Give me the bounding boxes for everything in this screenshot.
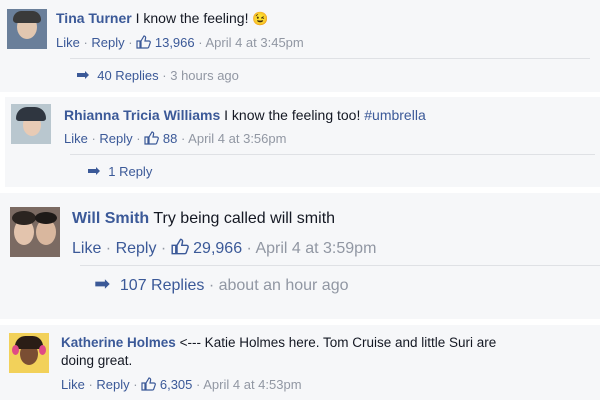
- comment-text: I know the feeling too!: [224, 107, 361, 123]
- timestamp[interactable]: April 4 at 3:59pm: [255, 240, 376, 257]
- replies-link[interactable]: 1 Reply: [108, 164, 152, 179]
- like-count[interactable]: 88: [163, 131, 177, 146]
- comment-katherine-holmes: Katherine Holmes <--- Katie Holmes here.…: [0, 325, 600, 400]
- view-replies[interactable]: 1 Reply: [87, 164, 152, 179]
- avatar[interactable]: [9, 333, 49, 373]
- comment-text: <--- Katie Holmes here. Tom Cruise and l…: [179, 335, 497, 350]
- comment-text-continued: doing great.: [61, 353, 133, 368]
- reply-link[interactable]: Reply: [91, 35, 124, 50]
- timestamp[interactable]: April 4 at 4:53pm: [203, 377, 301, 392]
- timestamp[interactable]: April 4 at 3:45pm: [205, 35, 303, 50]
- commenter-name[interactable]: Katherine Holmes: [61, 335, 176, 350]
- comment-actions: Like · Reply · 88 · April 4 at 3:56pm: [64, 131, 287, 146]
- comment-text: Try being called will smith: [153, 210, 336, 227]
- commenter-name[interactable]: Will Smith: [72, 210, 149, 227]
- hashtag-link[interactable]: #umbrella: [364, 107, 425, 123]
- comment-actions: Like · Reply · 6,305 · April 4 at 4:53pm: [61, 377, 302, 392]
- reply-link[interactable]: Reply: [116, 240, 157, 257]
- comment-will-smith: Will Smith Try being called will smith L…: [0, 193, 600, 319]
- like-link[interactable]: Like: [56, 35, 80, 50]
- view-replies[interactable]: 40 Replies · 3 hours ago: [76, 68, 239, 83]
- reply-link[interactable]: Reply: [99, 131, 132, 146]
- replies-time: about an hour ago: [218, 277, 349, 294]
- divider: [70, 58, 590, 59]
- comment-body: Tina Turner I know the feeling! 😉: [56, 10, 269, 27]
- like-link[interactable]: Like: [72, 240, 101, 257]
- comment-body: Will Smith Try being called will smith: [72, 210, 335, 228]
- comment-body: Katherine Holmes <--- Katie Holmes here.…: [61, 334, 586, 370]
- view-replies[interactable]: 107 Replies · about an hour ago: [94, 277, 349, 295]
- like-count[interactable]: 29,966: [193, 240, 242, 257]
- thumbs-up-icon: [171, 238, 189, 255]
- comment-body: Rhianna Tricia Williams I know the feeli…: [64, 107, 426, 123]
- avatar[interactable]: [11, 104, 51, 144]
- comment-tina-turner: Tina Turner I know the feeling! 😉 Like ·…: [0, 0, 600, 92]
- commenter-name[interactable]: Tina Turner: [56, 10, 132, 26]
- thumbs-up-icon: [144, 131, 160, 145]
- avatar[interactable]: [7, 9, 47, 49]
- timestamp[interactable]: April 4 at 3:56pm: [188, 131, 286, 146]
- reply-arrow-icon: [77, 71, 89, 79]
- thumbs-up-icon: [136, 35, 152, 49]
- reply-link[interactable]: Reply: [96, 377, 129, 392]
- replies-link[interactable]: 40 Replies: [97, 68, 158, 83]
- like-count[interactable]: 13,966: [155, 35, 195, 50]
- like-link[interactable]: Like: [61, 377, 85, 392]
- comment-rhianna-tricia-williams: Rhianna Tricia Williams I know the feeli…: [5, 97, 600, 187]
- replies-time: 3 hours ago: [170, 68, 239, 83]
- comment-text: I know the feeling!: [135, 10, 249, 26]
- divider: [80, 265, 600, 266]
- thumbs-up-icon: [141, 377, 157, 391]
- replies-link[interactable]: 107 Replies: [120, 277, 205, 294]
- avatar[interactable]: [10, 207, 60, 257]
- reply-arrow-icon: [95, 279, 110, 289]
- commenter-name[interactable]: Rhianna Tricia Williams: [64, 107, 220, 123]
- reply-arrow-icon: [88, 167, 100, 175]
- like-link[interactable]: Like: [64, 131, 88, 146]
- like-count[interactable]: 6,305: [160, 377, 193, 392]
- comment-actions: Like · Reply · 13,966 · April 4 at 3:45p…: [56, 35, 304, 50]
- wink-emoji-icon: 😉: [252, 11, 269, 26]
- divider: [70, 154, 595, 155]
- comment-actions: Like · Reply · 29,966 · April 4 at 3:59p…: [72, 238, 377, 257]
